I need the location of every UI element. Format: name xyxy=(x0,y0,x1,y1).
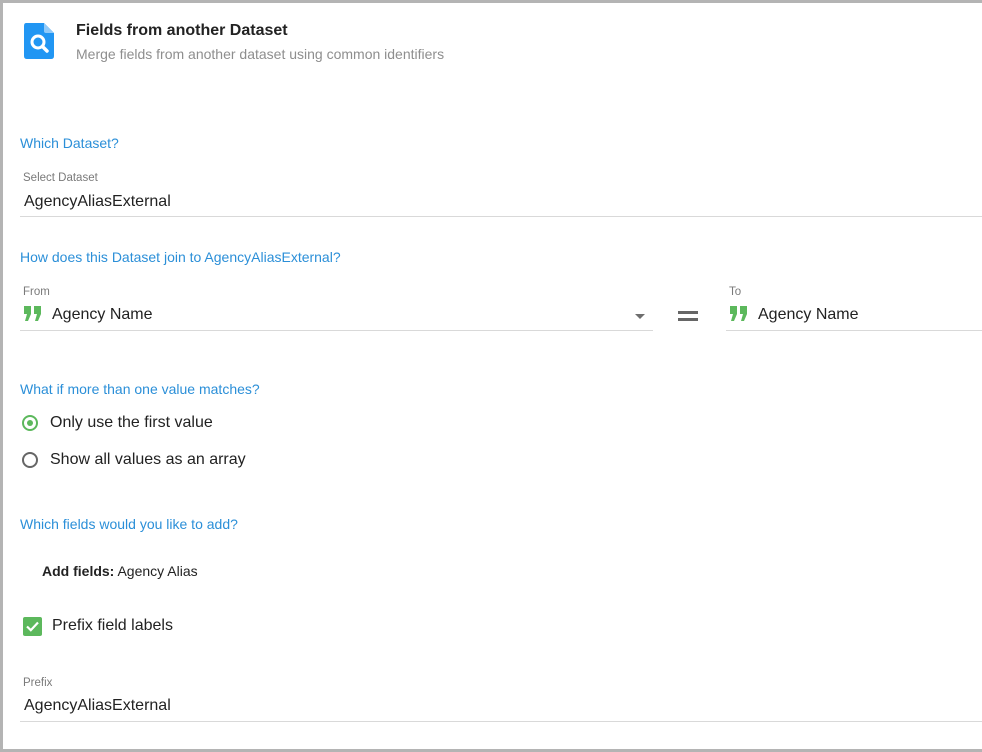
radio-first-value-label[interactable]: Only use the first value xyxy=(50,414,213,432)
prefix-label: Prefix xyxy=(23,677,53,689)
select-dataset-input[interactable]: AgencyAliasExternal xyxy=(24,193,171,211)
radio-all-values-label[interactable]: Show all values as an array xyxy=(50,451,246,469)
from-underline xyxy=(20,330,653,331)
radio-first-value[interactable] xyxy=(22,415,38,431)
fields-heading: Which fields would you like to add? xyxy=(20,516,238,532)
prefix-checkbox[interactable] xyxy=(23,617,42,636)
dialog-frame xyxy=(0,0,982,752)
add-fields-label: Add fields: xyxy=(42,563,115,579)
chevron-down-icon[interactable] xyxy=(635,314,645,319)
text-quote-icon xyxy=(730,306,747,321)
dialog-subtitle: Merge fields from another dataset using … xyxy=(76,46,445,62)
prefix-underline xyxy=(20,721,982,722)
to-field-select[interactable]: Agency Name xyxy=(758,306,859,324)
dialog-title: Fields from another Dataset xyxy=(76,22,288,39)
radio-all-values[interactable] xyxy=(22,452,38,468)
add-fields-value: Agency Alias xyxy=(117,563,198,579)
dataset-search-icon xyxy=(24,23,54,59)
prefix-checkbox-label[interactable]: Prefix field labels xyxy=(52,617,173,635)
add-fields-row[interactable]: Add fields: Agency Alias xyxy=(42,563,198,579)
from-field-select[interactable]: Agency Name xyxy=(52,306,153,324)
prefix-input[interactable]: AgencyAliasExternal xyxy=(24,697,171,715)
match-heading: What if more than one value matches? xyxy=(20,381,260,397)
text-quote-icon xyxy=(24,306,41,321)
equals-icon xyxy=(678,311,698,321)
select-dataset-underline xyxy=(20,216,982,217)
to-label: To xyxy=(729,286,742,298)
which-dataset-heading: Which Dataset? xyxy=(20,135,119,151)
select-dataset-label: Select Dataset xyxy=(23,172,98,184)
join-heading: How does this Dataset join to AgencyAlia… xyxy=(20,249,341,265)
to-underline xyxy=(726,330,982,331)
from-label: From xyxy=(23,286,50,298)
check-icon xyxy=(26,621,39,632)
